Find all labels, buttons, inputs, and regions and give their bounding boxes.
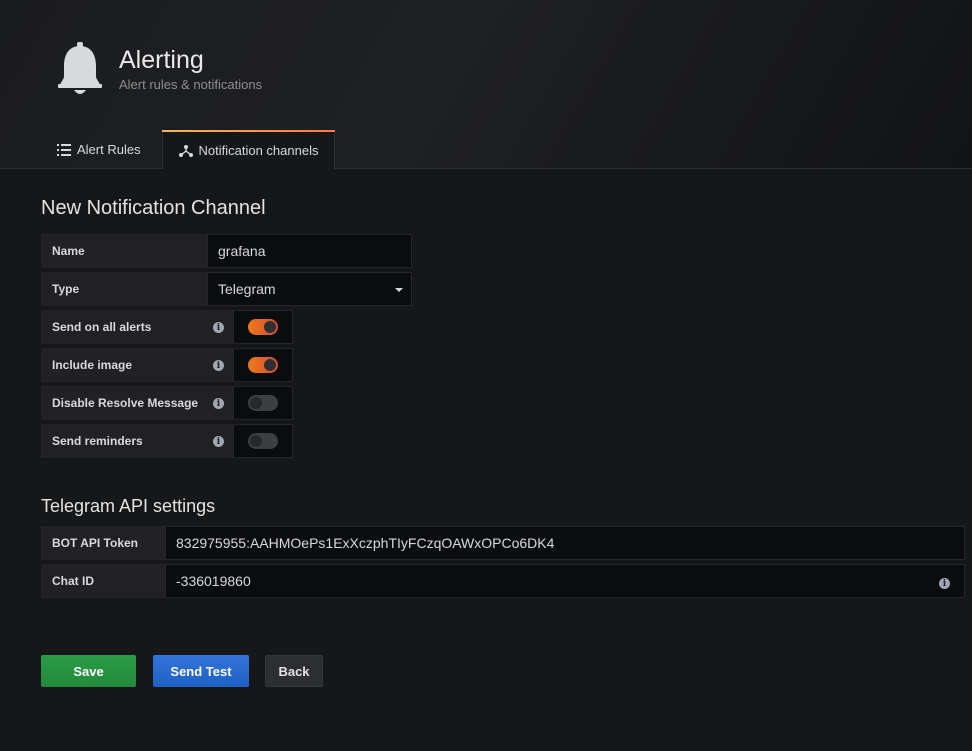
type-select-value: Telegram	[218, 281, 276, 297]
switch-knob	[264, 321, 276, 333]
notification-channels-icon	[178, 144, 193, 157]
toggle-label-text: Send on all alerts	[52, 320, 152, 334]
switch-knob	[250, 435, 262, 447]
switch-container	[233, 348, 293, 382]
toggle-row-send-on-all-alerts: Send on all alerts i	[41, 310, 293, 344]
page-subtitle: Alert rules & notifications	[119, 77, 263, 92]
bell-icon	[58, 42, 102, 94]
send-on-all-alerts-switch[interactable]	[248, 319, 278, 335]
toggle-row-include-image: Include image i	[41, 348, 293, 382]
toggle-label: Send reminders i	[41, 424, 233, 458]
toggle-label-text: Include image	[52, 358, 133, 372]
chat-id-input[interactable]: -336019860 i	[165, 564, 965, 598]
tab-alert-rules[interactable]: Alert Rules	[44, 130, 154, 169]
toggle-label: Disable Resolve Message i	[41, 386, 233, 420]
back-button[interactable]: Back	[265, 655, 323, 687]
info-icon[interactable]: i	[939, 578, 950, 589]
chat-id-value: -336019860	[176, 573, 251, 589]
switch-container	[233, 386, 293, 420]
tab-label: Alert Rules	[77, 142, 141, 157]
caret-down-icon	[395, 288, 403, 292]
info-icon[interactable]: i	[213, 322, 224, 333]
save-button[interactable]: Save	[41, 655, 136, 687]
info-icon[interactable]: i	[213, 398, 224, 409]
page-title: Alerting	[119, 46, 204, 74]
chat-id-label: Chat ID	[41, 564, 165, 598]
tab-label: Notification channels	[198, 143, 319, 158]
bot-token-input[interactable]: 832975955:AAHMOePs1ExXczphTIyFCzqOAWxOPC…	[165, 526, 965, 560]
type-row: Type Telegram	[41, 272, 412, 306]
name-label: Name	[41, 234, 207, 268]
toggle-row-send-reminders: Send reminders i	[41, 424, 293, 458]
list-icon	[57, 143, 71, 156]
name-input[interactable]: grafana	[207, 234, 412, 268]
form-title: New Notification Channel	[41, 197, 266, 219]
chat-id-row: Chat ID -336019860 i	[41, 564, 965, 598]
bot-token-row: BOT API Token 832975955:AAHMOePs1ExXczph…	[41, 526, 965, 560]
switch-knob	[250, 397, 262, 409]
send-test-button[interactable]: Send Test	[153, 655, 249, 687]
type-select[interactable]: Telegram	[207, 272, 412, 306]
toggle-row-disable-resolve-message: Disable Resolve Message i	[41, 386, 293, 420]
type-label: Type	[41, 272, 207, 306]
switch-container	[233, 424, 293, 458]
switch-container	[233, 310, 293, 344]
disable-resolve-message-switch[interactable]	[248, 395, 278, 411]
toggle-label: Send on all alerts i	[41, 310, 233, 344]
tab-notification-channels[interactable]: Notification channels	[162, 130, 335, 170]
info-icon[interactable]: i	[213, 360, 224, 371]
page-header: Alerting Alert rules & notifications Ale…	[0, 0, 972, 170]
send-reminders-switch[interactable]	[248, 433, 278, 449]
name-row: Name grafana	[41, 234, 412, 268]
bot-token-label: BOT API Token	[41, 526, 165, 560]
include-image-switch[interactable]	[248, 357, 278, 373]
toggle-label-text: Disable Resolve Message	[52, 396, 199, 410]
switch-knob	[264, 359, 276, 371]
toggle-label: Include image i	[41, 348, 233, 382]
info-icon[interactable]: i	[213, 436, 224, 447]
telegram-settings-title: Telegram API settings	[41, 496, 216, 516]
toggle-label-text: Send reminders	[52, 434, 143, 448]
